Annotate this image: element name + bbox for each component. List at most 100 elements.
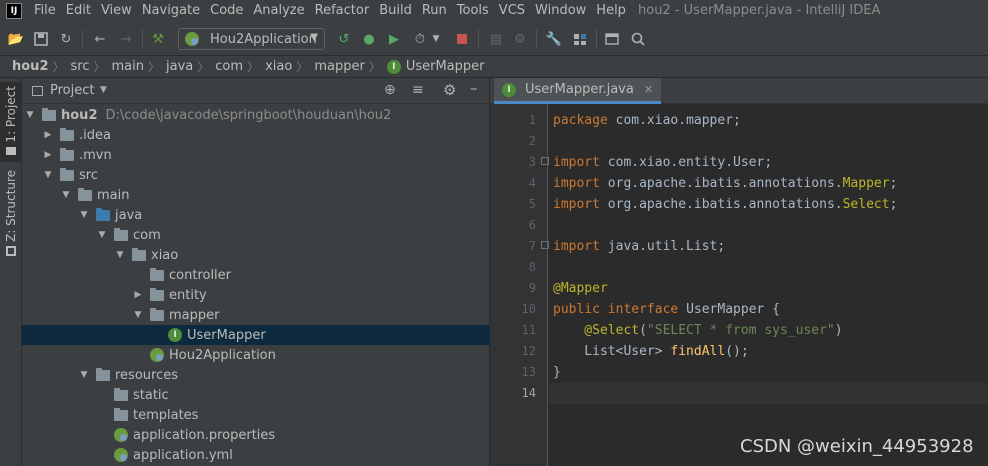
- menu-view[interactable]: View: [101, 0, 138, 22]
- tree-node-mapper[interactable]: ▼ mapper: [22, 305, 490, 325]
- breadcrumb-item-java[interactable]: java: [166, 59, 193, 74]
- gear-icon[interactable]: ⚙: [443, 81, 456, 99]
- vcs-update-icon[interactable]: ⚙: [512, 31, 528, 47]
- menu-window[interactable]: Window: [535, 0, 592, 22]
- expanded-arrow-icon[interactable]: ▼: [24, 110, 36, 120]
- code-keyword: import: [553, 239, 600, 254]
- editor-tab-usermapper[interactable]: I UserMapper.java ✕: [494, 78, 662, 104]
- menu-analyze[interactable]: Analyze: [253, 0, 310, 22]
- code-area[interactable]: package com.xiao.mapper; import com.xiao…: [549, 104, 988, 466]
- chevron-down-icon[interactable]: ▼: [100, 85, 107, 95]
- tree-node-hou2application[interactable]: Hou2Application: [22, 345, 490, 365]
- expanded-arrow-icon[interactable]: ▼: [132, 310, 144, 320]
- code-line[interactable]: }: [553, 362, 561, 383]
- breadcrumb-item-xiao[interactable]: xiao: [265, 59, 292, 74]
- line-number-gutter: 1 2 3 4 5 6 7 8 9 10 11 12 13 14: [490, 104, 549, 466]
- tree-node-hou2[interactable]: ▼ hou2 D:\code\javacode\springboot\houdu…: [22, 105, 490, 125]
- close-icon[interactable]: ✕: [644, 83, 653, 96]
- sync-icon[interactable]: ↻: [58, 31, 74, 47]
- menu-vcs[interactable]: VCS: [499, 0, 531, 22]
- code-line[interactable]: import org.apache.ibatis.annotations.Sel…: [553, 194, 897, 215]
- tree-node-controller[interactable]: controller: [22, 265, 490, 285]
- terminal-window-icon[interactable]: [604, 31, 620, 47]
- breadcrumb-item-usermapper[interactable]: UserMapper: [406, 59, 485, 74]
- menu-code[interactable]: Code: [210, 0, 249, 22]
- code-line[interactable]: import com.xiao.entity.User;: [553, 152, 772, 173]
- breadcrumb-item-com[interactable]: com: [215, 59, 243, 74]
- profile-icon[interactable]: ⏱: [412, 31, 428, 47]
- open-folder-icon[interactable]: 📂: [8, 31, 24, 47]
- code-line[interactable]: public interface UserMapper {: [553, 299, 780, 320]
- tree-node-entity[interactable]: ▶ entity: [22, 285, 490, 305]
- breadcrumb-item-src[interactable]: src: [71, 59, 90, 74]
- tree-node-com[interactable]: ▼ com: [22, 225, 490, 245]
- settings-wrench-icon[interactable]: 🔧: [546, 31, 562, 47]
- tree-node-mvn[interactable]: ▶ .mvn: [22, 145, 490, 165]
- rerun-icon[interactable]: ↺: [336, 31, 352, 47]
- profile-dropdown-icon[interactable]: ▼: [428, 31, 444, 47]
- update-running-app-icon[interactable]: ▤: [488, 31, 504, 47]
- code-text: ): [834, 323, 843, 338]
- menu-refactor[interactable]: Refactor: [315, 0, 376, 22]
- debug-bug-icon[interactable]: ●: [361, 31, 377, 47]
- run-with-coverage-icon[interactable]: ▶: [386, 31, 402, 47]
- back-arrow-icon[interactable]: ←: [92, 31, 108, 47]
- menu-tools[interactable]: Tools: [457, 0, 495, 22]
- project-view-selector[interactable]: Project: [50, 83, 94, 98]
- tree-node-idea[interactable]: ▶ .idea: [22, 125, 490, 145]
- code-line[interactable]: @Mapper: [553, 278, 608, 299]
- forward-arrow-icon[interactable]: →: [118, 31, 134, 47]
- collapsed-arrow-icon[interactable]: ▶: [132, 290, 144, 300]
- tool-tab-project[interactable]: 1: Project: [0, 82, 22, 162]
- expanded-arrow-icon[interactable]: ▼: [60, 190, 72, 200]
- tree-node-usermapper[interactable]: I UserMapper: [22, 325, 490, 345]
- tree-node-src[interactable]: ▼ src: [22, 165, 490, 185]
- menu-file[interactable]: File: [34, 0, 62, 22]
- save-icon[interactable]: [33, 31, 49, 47]
- code-line[interactable]: List<User> findAll();: [553, 341, 748, 362]
- collapse-all-icon[interactable]: ≡: [412, 82, 424, 98]
- tree-node-templates[interactable]: templates: [22, 405, 490, 425]
- code-method-name: findAll: [670, 344, 726, 359]
- fold-marker-icon[interactable]: [541, 157, 549, 165]
- breadcrumb-item-main[interactable]: main: [112, 59, 144, 74]
- search-icon[interactable]: [630, 31, 646, 47]
- breadcrumb-item-mapper[interactable]: mapper: [314, 59, 364, 74]
- tree-node-resources[interactable]: ▼ resources: [22, 365, 490, 385]
- menu-help[interactable]: Help: [596, 0, 632, 22]
- expanded-arrow-icon[interactable]: ▼: [42, 170, 54, 180]
- code-line[interactable]: import org.apache.ibatis.annotations.Map…: [553, 173, 897, 194]
- fold-marker-icon[interactable]: [541, 241, 549, 249]
- tree-node-label: UserMapper: [187, 327, 266, 343]
- code-line[interactable]: package com.xiao.mapper;: [553, 110, 741, 131]
- tree-node-application-yml[interactable]: application.yml: [22, 445, 490, 465]
- tree-node-static[interactable]: static: [22, 385, 490, 405]
- hide-panel-icon[interactable]: –: [470, 79, 478, 97]
- collapsed-arrow-icon[interactable]: ▶: [42, 130, 54, 140]
- locate-target-icon[interactable]: ⊕: [384, 82, 396, 98]
- expanded-arrow-icon[interactable]: ▼: [78, 210, 90, 220]
- code-line[interactable]: import java.util.List;: [553, 236, 725, 257]
- menu-edit[interactable]: Edit: [66, 0, 97, 22]
- stop-icon[interactable]: [454, 31, 470, 47]
- package-icon: [150, 287, 164, 301]
- menu-build[interactable]: Build: [379, 0, 418, 22]
- expanded-arrow-icon[interactable]: ▼: [96, 230, 108, 240]
- build-hammer-icon[interactable]: ⚒: [150, 31, 166, 47]
- interface-icon: I: [502, 82, 516, 97]
- tree-node-application-properties[interactable]: application.properties: [22, 425, 490, 445]
- expanded-arrow-icon[interactable]: ▼: [114, 250, 126, 260]
- collapsed-arrow-icon[interactable]: ▶: [42, 150, 54, 160]
- expanded-arrow-icon[interactable]: ▼: [78, 370, 90, 380]
- code-keyword: package: [553, 113, 608, 128]
- menu-run[interactable]: Run: [422, 0, 453, 22]
- project-structure-icon[interactable]: [572, 31, 588, 47]
- breadcrumb-item-hou2[interactable]: hou2: [12, 59, 49, 74]
- code-line[interactable]: @Select("SELECT * from sys_user"): [553, 320, 843, 341]
- tree-node-java[interactable]: ▼ java: [22, 205, 490, 225]
- tree-node-xiao[interactable]: ▼ xiao: [22, 245, 490, 265]
- run-configuration-selector[interactable]: Hou2Application ▼: [178, 28, 325, 50]
- tree-node-main[interactable]: ▼ main: [22, 185, 490, 205]
- menu-navigate[interactable]: Navigate: [142, 0, 206, 22]
- tool-tab-structure[interactable]: Z: Structure: [0, 170, 22, 260]
